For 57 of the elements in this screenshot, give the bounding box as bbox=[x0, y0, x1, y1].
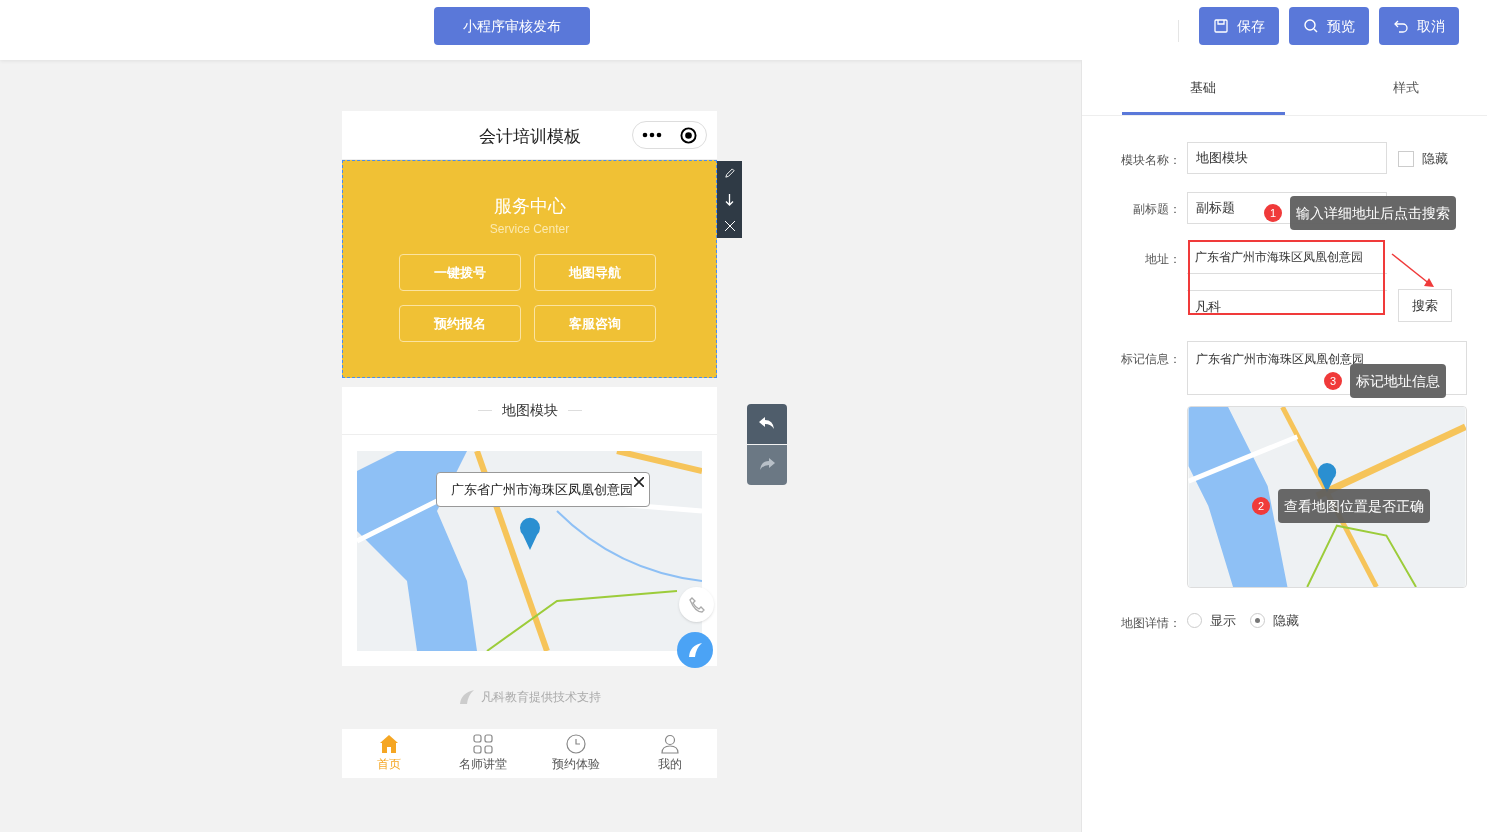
hint-tooltip: 标记地址信息 bbox=[1350, 364, 1446, 398]
tab-bar-item[interactable]: 我的 bbox=[635, 734, 706, 778]
tab-bar-item[interactable]: 预约体验 bbox=[541, 734, 612, 778]
capsule-button[interactable] bbox=[632, 121, 707, 149]
field-label: 副标题： bbox=[1133, 201, 1181, 218]
save-button[interactable]: 保存 bbox=[1199, 7, 1279, 45]
tab-bar-item[interactable]: 名师讲堂 bbox=[447, 734, 518, 778]
preview-button[interactable]: 预览 bbox=[1289, 7, 1369, 45]
hint-tooltip: 查看地图位置是否正确 bbox=[1278, 489, 1430, 523]
down-arrow-icon[interactable] bbox=[725, 194, 734, 206]
radio-label: 显示 bbox=[1210, 612, 1236, 630]
save-icon bbox=[1213, 18, 1229, 34]
search-button[interactable]: 搜索 bbox=[1398, 289, 1452, 322]
radio-option[interactable]: 显示 bbox=[1187, 611, 1236, 631]
float-button[interactable] bbox=[677, 632, 713, 668]
field-label: 模块名称： bbox=[1121, 152, 1181, 169]
section-subtitle: Service Center bbox=[488, 221, 571, 238]
field-label: 地址： bbox=[1145, 251, 1181, 268]
address-field[interactable]: 广东省广州市海珠区凤凰创意园 bbox=[1187, 242, 1387, 274]
radio-label: 隐藏 bbox=[1273, 612, 1299, 630]
module-title: 地图模块 bbox=[501, 401, 558, 420]
module-name-field[interactable]: 地图模块 bbox=[1187, 142, 1387, 174]
pencil-icon[interactable] bbox=[724, 168, 735, 180]
more-icon bbox=[642, 132, 662, 138]
step-number-badge: 3 bbox=[1324, 372, 1342, 390]
cancel-button[interactable]: 取消 bbox=[1379, 7, 1459, 45]
pointer-arrow bbox=[1391, 253, 1435, 289]
panel-tab[interactable]: 基础 bbox=[1122, 60, 1285, 115]
phone-icon bbox=[687, 595, 706, 614]
grid-icon bbox=[472, 734, 493, 754]
record-icon bbox=[680, 126, 697, 144]
undo-icon bbox=[759, 417, 775, 431]
checkbox-label: 隐藏 bbox=[1422, 150, 1448, 168]
field-label: 标记信息： bbox=[1121, 351, 1181, 368]
location-pin-icon bbox=[518, 516, 542, 550]
section-title: 服务中心 bbox=[492, 195, 567, 218]
home-icon bbox=[378, 734, 399, 754]
address-detail-field[interactable]: 凡科 bbox=[1187, 290, 1387, 322]
radio-option[interactable]: 隐藏 bbox=[1250, 611, 1299, 631]
redo-icon bbox=[759, 458, 775, 472]
publish-button[interactable]: 小程序审核发布 bbox=[434, 7, 590, 45]
undo-button[interactable] bbox=[747, 404, 787, 444]
close-icon[interactable] bbox=[634, 477, 644, 487]
panel-tab[interactable]: 样式 bbox=[1324, 60, 1487, 115]
undo-icon bbox=[1393, 18, 1409, 34]
page-title: 会计培训模板 bbox=[477, 126, 582, 148]
map-info-popup: 广东省广州市海珠区凤凰创意园 bbox=[436, 472, 650, 507]
search-icon bbox=[1303, 18, 1319, 34]
step-number-badge: 1 bbox=[1264, 204, 1282, 222]
hint-tooltip: 输入详细地址后点击搜索 bbox=[1290, 196, 1456, 230]
clock-icon bbox=[566, 734, 587, 754]
hide-checkbox[interactable] bbox=[1398, 150, 1414, 167]
logo-icon bbox=[458, 689, 475, 705]
footer-text: 凡科教育提供技术支持 bbox=[480, 689, 601, 706]
user-icon bbox=[660, 734, 681, 754]
leaf-icon bbox=[687, 642, 703, 658]
field-label: 地图详情： bbox=[1121, 615, 1181, 632]
